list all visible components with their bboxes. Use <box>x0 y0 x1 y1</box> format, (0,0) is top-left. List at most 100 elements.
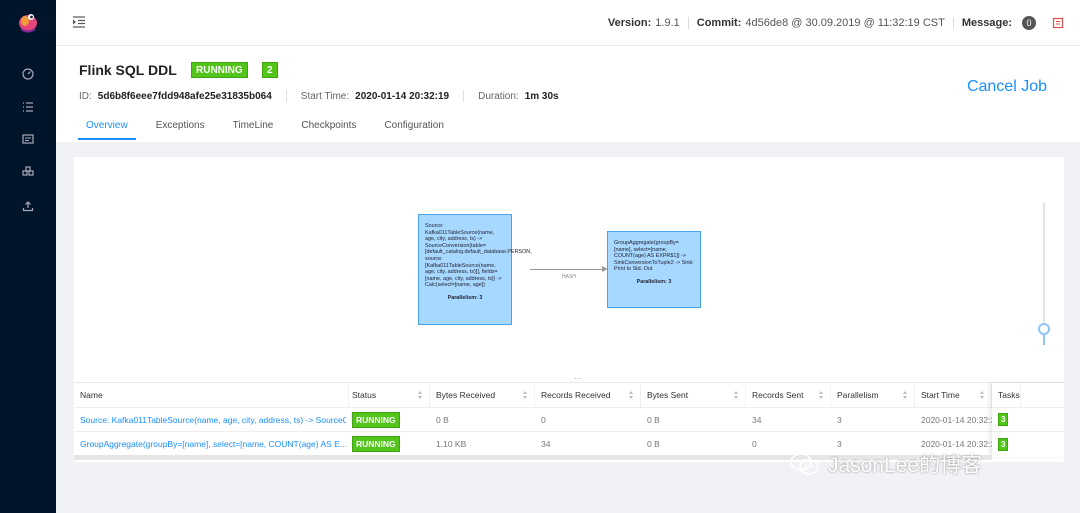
tasks-column: Tasks 3 3 <box>992 383 1064 457</box>
graph-node-aggregate[interactable]: GroupAggregate(groupBy=[name], select=[n… <box>607 231 701 308</box>
flink-logo-icon[interactable] <box>15 8 41 34</box>
col-records-sent-label: Records Sent <box>752 390 804 400</box>
schedule-icon[interactable] <box>18 129 38 149</box>
logout-icon[interactable] <box>1052 16 1064 29</box>
start-time-cell: 2020-01-14 20:32:3 <box>921 414 992 425</box>
col-status-label: Status <box>352 390 377 400</box>
tab-overview[interactable]: Overview <box>78 120 136 140</box>
menu-fold-icon[interactable] <box>72 15 86 29</box>
column-drag-icon[interactable]: ⋮ <box>348 414 356 426</box>
divider <box>952 17 954 29</box>
sort-icon[interactable] <box>980 391 985 400</box>
commit-label: Commit: <box>696 17 742 29</box>
overview-panel: Source: Kafka011TableSource(name, age, c… <box>74 157 1064 462</box>
start-time-value: 2020-01-14 20:32:19 <box>355 90 450 102</box>
records-received-cell: 34 <box>541 438 551 449</box>
divider <box>687 17 689 29</box>
cancel-job-button[interactable]: Cancel Job <box>967 78 1047 96</box>
tab-timeline[interactable]: TimeLine <box>225 120 282 140</box>
task-count-badge: 3 <box>998 413 1009 426</box>
header-info: Version: 1.9.1 Commit: 4d56de8 @ 30.09.2… <box>608 16 1036 30</box>
job-id-value: 5d6b8f6eee7fdd948afe25e31835b064 <box>97 90 272 102</box>
vertex-name[interactable]: Source: Kafka011TableSource(name, age, c… <box>74 408 346 431</box>
tasks-cell-row: 3 <box>992 408 1064 432</box>
bytes-sent-cell: 0 B <box>647 438 660 449</box>
col-bytes-sent[interactable]: Bytes Sent <box>641 383 746 407</box>
job-meta: ID: 5d6b8f6eee7fdd948afe25e31835b064 Sta… <box>79 90 559 102</box>
message-count-badge[interactable]: 0 <box>1022 16 1036 30</box>
vertex-table: Name Status Bytes Received Records Recei… <box>74 382 1064 457</box>
sort-icon[interactable] <box>418 391 423 400</box>
status-cell: RUNNING <box>352 432 430 455</box>
col-name[interactable]: Name <box>74 383 349 407</box>
node-parallelism: Parallelism: 3 <box>636 278 672 285</box>
status-badge: RUNNING <box>352 435 400 452</box>
cluster-icon[interactable] <box>18 162 38 182</box>
col-bytes-received[interactable]: Bytes Received <box>430 383 535 407</box>
sort-icon[interactable] <box>523 391 528 400</box>
parallelism-cell: 3 <box>837 414 842 425</box>
node-parallelism: Parallelism: 3 <box>447 294 483 301</box>
start-time-label: Start Time: <box>300 90 350 102</box>
bytes-received-cell: 1.10 KB <box>436 438 467 449</box>
col-parallelism[interactable]: Parallelism <box>831 383 915 407</box>
col-start-time[interactable]: Start Time <box>915 383 992 407</box>
sort-icon[interactable] <box>819 391 824 400</box>
version-value: 1.9.1 <box>655 17 680 29</box>
zoom-slider-stem <box>1043 333 1045 345</box>
tab-bar: Overview Exceptions TimeLine Checkpoints… <box>78 120 464 140</box>
watermark-text: JasonLee的博客 <box>828 454 983 477</box>
records-sent-cell: 34 <box>752 414 762 425</box>
col-records-sent[interactable]: Records Sent <box>746 383 831 407</box>
job-status-badge: RUNNING <box>191 62 248 78</box>
table-header: Name Status Bytes Received Records Recei… <box>74 383 1064 408</box>
commit-value: 4d56de8 @ 30.09.2019 @ 11:32:19 CST <box>745 17 945 29</box>
divider <box>285 90 287 102</box>
tasks-cell: 3 <box>998 408 1009 431</box>
records-received-cell: 0 <box>541 414 546 425</box>
bytes-received-cell: 0 B <box>436 414 449 425</box>
node-description: GroupAggregate(groupBy=[name], select=[n… <box>614 240 694 273</box>
table-row[interactable]: Source: Kafka011TableSource(name, age, c… <box>74 408 1064 432</box>
sort-icon[interactable] <box>734 391 739 400</box>
col-start-time-label: Start Time <box>921 390 960 400</box>
bytes-sent-cell: 0 B <box>647 414 660 425</box>
sort-icon[interactable] <box>903 391 908 400</box>
upload-icon[interactable] <box>18 196 38 216</box>
job-header: Flink SQL DDL RUNNING 2 ID: 5d6b8f6eee7f… <box>56 46 1080 142</box>
tab-configuration[interactable]: Configuration <box>376 120 451 140</box>
bars-icon[interactable] <box>18 97 38 117</box>
zoom-slider-track[interactable] <box>1043 203 1045 333</box>
sort-icon[interactable] <box>629 391 634 400</box>
job-graph[interactable]: Source: Kafka011TableSource(name, age, c… <box>74 157 1064 384</box>
graph-edge <box>530 269 605 270</box>
graph-node-source[interactable]: Source: Kafka011TableSource(name, age, c… <box>418 214 532 325</box>
tasks-header: Tasks <box>992 383 1064 408</box>
node-description: Source: Kafka011TableSource(name, age, c… <box>425 223 532 289</box>
dashboard-icon[interactable] <box>18 64 38 84</box>
task-count-badge: 3 <box>998 437 1009 451</box>
tab-exceptions[interactable]: Exceptions <box>148 120 213 140</box>
job-task-count-badge: 2 <box>262 62 278 78</box>
status-badge: RUNNING <box>352 411 400 428</box>
col-records-received-label: Records Received <box>541 390 611 400</box>
col-status[interactable]: Status <box>349 383 430 407</box>
watermark: JasonLee的博客 <box>790 449 982 479</box>
col-parallelism-label: Parallelism <box>837 390 879 400</box>
col-name-label: Name <box>80 390 103 400</box>
tasks-cell-row: 3 <box>992 432 1064 456</box>
col-tasks-label: Tasks <box>998 383 1021 407</box>
wechat-icon <box>790 453 819 475</box>
job-name: Flink SQL DDL <box>79 62 177 78</box>
duration-label: Duration: <box>478 90 519 102</box>
tasks-cell: 3 <box>998 432 1009 456</box>
tab-checkpoints[interactable]: Checkpoints <box>293 120 364 140</box>
col-bytes-received-label: Bytes Received <box>436 390 496 400</box>
col-records-received[interactable]: Records Received <box>535 383 641 407</box>
vertex-name[interactable]: GroupAggregate(groupBy=[name], select=[n… <box>74 432 346 455</box>
version-label: Version: <box>607 17 652 29</box>
divider <box>463 90 465 102</box>
message-label: Message: <box>961 17 1012 29</box>
top-header: Version: 1.9.1 Commit: 4d56de8 @ 30.09.2… <box>56 0 1080 46</box>
sidebar <box>0 0 56 513</box>
